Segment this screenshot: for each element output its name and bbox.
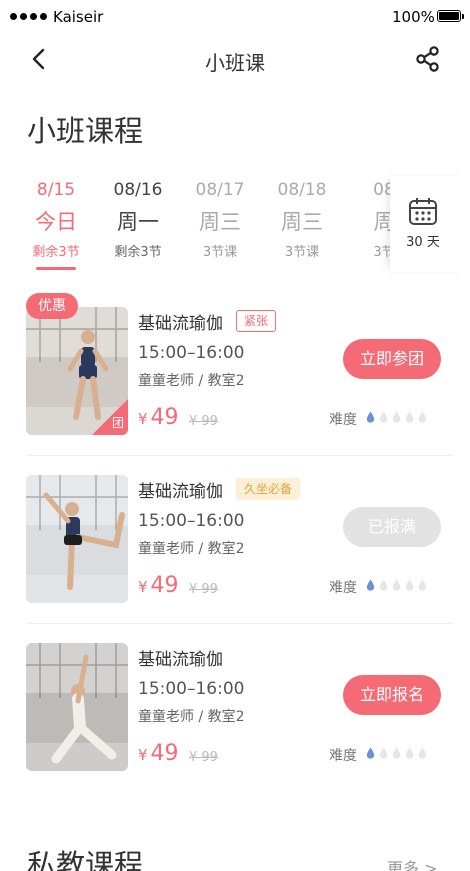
group-badge: 团 [92,399,128,435]
course-name: 基础流瑜伽 [138,314,223,334]
difficulty-drop-icon [366,411,375,423]
difficulty-drop-icon [405,579,414,591]
date-label: 08/16 [113,180,163,200]
original-price: ¥ 99 [189,582,218,597]
difficulty-rating [366,411,427,423]
difficulty-label: 难度 [329,580,357,596]
yoga-photo [26,475,128,603]
difficulty-drop-icon [366,579,375,591]
difficulty-drop-icon [392,411,401,423]
private-course-title: 私教课程 [27,848,144,871]
course-tag: 久坐必备 [236,478,301,500]
class-count-label: 剩余3节 [32,245,80,260]
course-thumbnail[interactable] [26,475,128,603]
class-count-label: 剩余3节 [114,245,162,260]
class-count-label: 3节课 [284,245,320,260]
original-price: ¥ 99 [189,750,218,765]
difficulty-rating [366,579,427,591]
currency-symbol: ¥ [138,746,148,764]
course-teacher: 童童老师 / 教室2 [138,541,245,557]
battery-percent: 100% [392,8,435,26]
price-value: 49 [150,573,179,598]
course-card[interactable]: 团 优惠基础流瑜伽 紧张 15:00–16:00 童童老师 / 教室2 ¥49 ¥ 99 立即… [0,293,470,475]
course-card[interactable]: 基础流瑜伽 久坐必备 15:00–16:00 童童老师 / 教室2 ¥49 ¥ 99 已报满… [0,475,470,643]
difficulty-rating [366,747,427,759]
weekday-label: 今日 [35,210,77,234]
difficulty-drop-icon [418,579,427,591]
difficulty-drop-icon [379,411,388,423]
difficulty-drop-icon [366,747,375,759]
original-price: ¥ 99 [189,414,218,429]
date-label: 8/15 [36,180,76,200]
course-price: ¥49 [138,405,179,430]
course-teacher: 童童老师 / 教室2 [138,709,245,725]
calendar-label: 30 天 [406,235,440,250]
course-name: 基础流瑜伽 [138,482,223,502]
date-tab[interactable]: 8/15 今日剩余3节 [20,176,92,270]
date-label: 08 [373,180,390,200]
difficulty-drop-icon [418,411,427,423]
course-tag: 紧张 [236,310,277,332]
class-count-label: 3节课 [202,245,238,260]
currency-symbol: ¥ [138,410,148,428]
difficulty-drop-icon [392,579,401,591]
book-button[interactable]: 立即报名 [343,675,441,715]
group-badge-label: 团 [111,416,124,430]
status-bar: Kaiseir 100% [0,0,470,34]
section-title: 小班课程 [27,114,144,148]
book-button[interactable]: 立即参团 [343,339,441,379]
weekday-label: 周三 [199,210,241,234]
share-icon[interactable] [414,45,442,73]
price-value: 49 [150,405,179,430]
more-link[interactable]: 更多 > [387,855,438,871]
course-teacher: 童童老师 / 教室2 [138,373,245,389]
yoga-photo [26,643,128,771]
difficulty-drop-icon [392,747,401,759]
calendar-button[interactable]: 30 天 [390,176,470,272]
difficulty-drop-icon [405,747,414,759]
calendar-icon [409,198,437,225]
date-selector: 8/15 今日剩余3节 08/16 周一剩余3节 08/17 周三 3节课 08/18 周三 3节… [0,176,390,276]
carrier-name: Kaiseir [53,8,104,26]
difficulty-drop-icon [379,747,388,759]
course-time: 15:00–16:00 [138,343,245,363]
weekday-label: 周三 [281,210,323,234]
difficulty-label: 难度 [329,748,357,764]
difficulty-drop-icon [405,411,414,423]
difficulty-drop-icon [379,579,388,591]
course-card[interactable]: 基础流瑜伽 15:00–16:00 童童老师 / 教室2 ¥49 ¥ 99 立即报名难度 [0,643,470,811]
price-value: 49 [150,741,179,766]
course-time: 15:00–16:00 [138,679,245,699]
weekday-label: 周一 [117,210,159,234]
signal-icon [10,13,47,20]
date-label: 08/18 [277,180,327,200]
date-tab[interactable]: 08/17 周三 3节课 [184,176,256,266]
course-time: 15:00–16:00 [138,511,245,531]
date-tab[interactable]: 08/18 周三 3节课 [266,176,338,266]
battery-icon [437,10,464,22]
course-price: ¥49 [138,741,179,766]
course-thumbnail[interactable] [26,643,128,771]
full-status-button: 已报满 [343,507,441,547]
date-tab[interactable]: 08/16 周一剩余3节 [102,176,174,266]
difficulty-label: 难度 [329,412,357,428]
difficulty-drop-icon [418,747,427,759]
class-count-label: 3节 [373,245,390,260]
divider [26,623,454,624]
course-thumbnail[interactable]: 团 [26,307,128,435]
weekday-label: 周 [373,210,391,234]
date-label: 08/17 [195,180,245,200]
active-underline [36,267,76,270]
date-tab[interactable]: 08 周 3节 [348,176,390,266]
divider [26,455,454,456]
page-title: 小班课 [205,51,265,75]
course-name: 基础流瑜伽 [138,650,223,670]
nav-bar: 小班课 [0,34,470,84]
promo-badge: 优惠 [26,293,78,319]
course-price: ¥49 [138,573,179,598]
currency-symbol: ¥ [138,578,148,596]
